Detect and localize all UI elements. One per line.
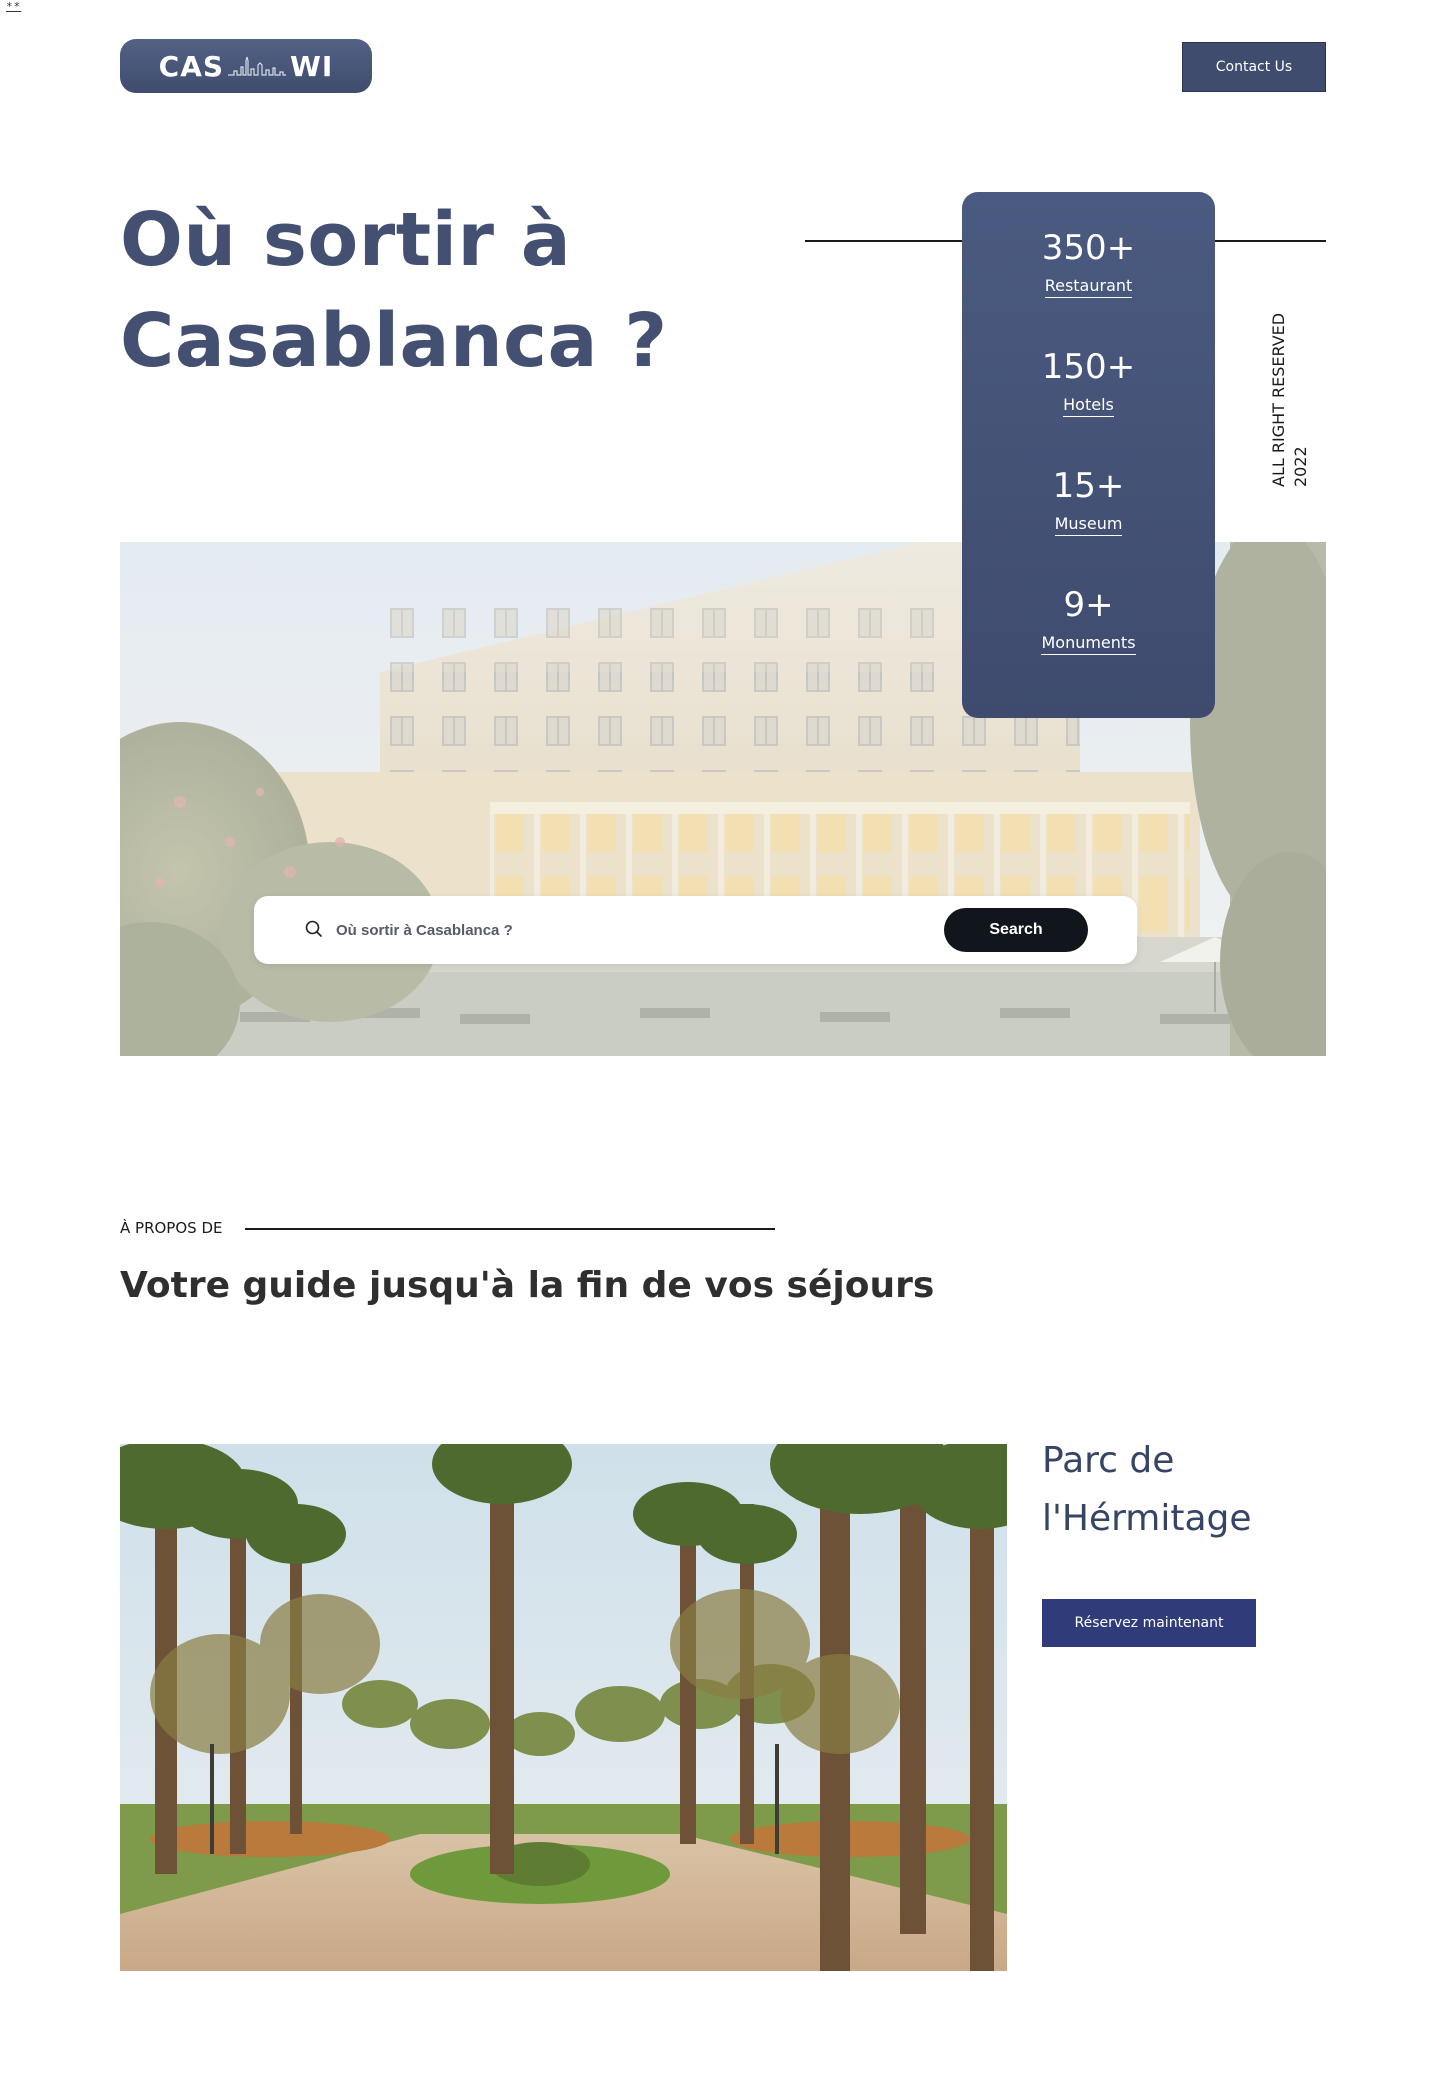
search-button[interactable]: Search xyxy=(944,908,1088,952)
hero-title-line1: Où sortir à xyxy=(120,197,572,283)
reserve-now-button[interactable]: Réservez maintenant xyxy=(1042,1599,1256,1647)
stat-label[interactable]: Restaurant xyxy=(1044,276,1133,298)
feature-title: Parc de l'Hérmitage xyxy=(1042,1432,1302,1548)
stat-museum[interactable]: 15+ Museum xyxy=(962,466,1215,536)
search-input[interactable] xyxy=(336,912,836,948)
about-eyebrow: À PROPOS DE xyxy=(120,1219,223,1237)
copyright-vertical: ALL RIGHT RESERVED 2022 xyxy=(1268,307,1312,487)
feature-title-line2: l'Hérmitage xyxy=(1042,1498,1252,1539)
contact-us-button[interactable]: Contact Us xyxy=(1182,42,1326,92)
corner-mark: ** xyxy=(6,0,22,13)
logo-text-left: CAS xyxy=(158,49,225,83)
stat-label[interactable]: Museum xyxy=(1054,514,1123,536)
stat-value: 15+ xyxy=(1052,466,1125,506)
search-bar: Search xyxy=(254,896,1137,964)
skyline-icon xyxy=(228,56,287,76)
copyright-year: 2022 xyxy=(1291,446,1310,487)
stat-label[interactable]: Monuments xyxy=(1041,633,1136,655)
stat-monuments[interactable]: 9+ Monuments xyxy=(962,585,1215,655)
about-title: Votre guide jusqu'à la fin de vos séjour… xyxy=(120,1265,935,1306)
feature-park-image xyxy=(120,1444,1007,1971)
logo-text-right: WI xyxy=(290,49,334,83)
about-divider xyxy=(245,1228,775,1230)
logo[interactable]: CAS WI xyxy=(120,39,372,93)
hero-divider-left xyxy=(805,240,967,242)
stat-value: 150+ xyxy=(1041,347,1136,387)
copyright-rights: ALL RIGHT RESERVED xyxy=(1269,312,1288,487)
stat-label[interactable]: Hotels xyxy=(1063,395,1114,417)
hero-title-line2: Casablanca ? xyxy=(120,298,668,384)
search-icon xyxy=(305,920,322,937)
stats-card: 350+ Restaurant 150+ Hotels 15+ Museum 9… xyxy=(962,192,1215,718)
stat-hotels[interactable]: 150+ Hotels xyxy=(962,347,1215,417)
stat-value: 9+ xyxy=(1063,585,1114,625)
hero-title: Où sortir à Casablanca ? xyxy=(120,190,680,392)
stat-value: 350+ xyxy=(1041,228,1136,268)
park-photo xyxy=(120,1444,1007,1971)
stat-restaurant[interactable]: 350+ Restaurant xyxy=(962,228,1215,298)
hero-divider-right xyxy=(1214,240,1326,242)
feature-title-line1: Parc de xyxy=(1042,1440,1175,1481)
